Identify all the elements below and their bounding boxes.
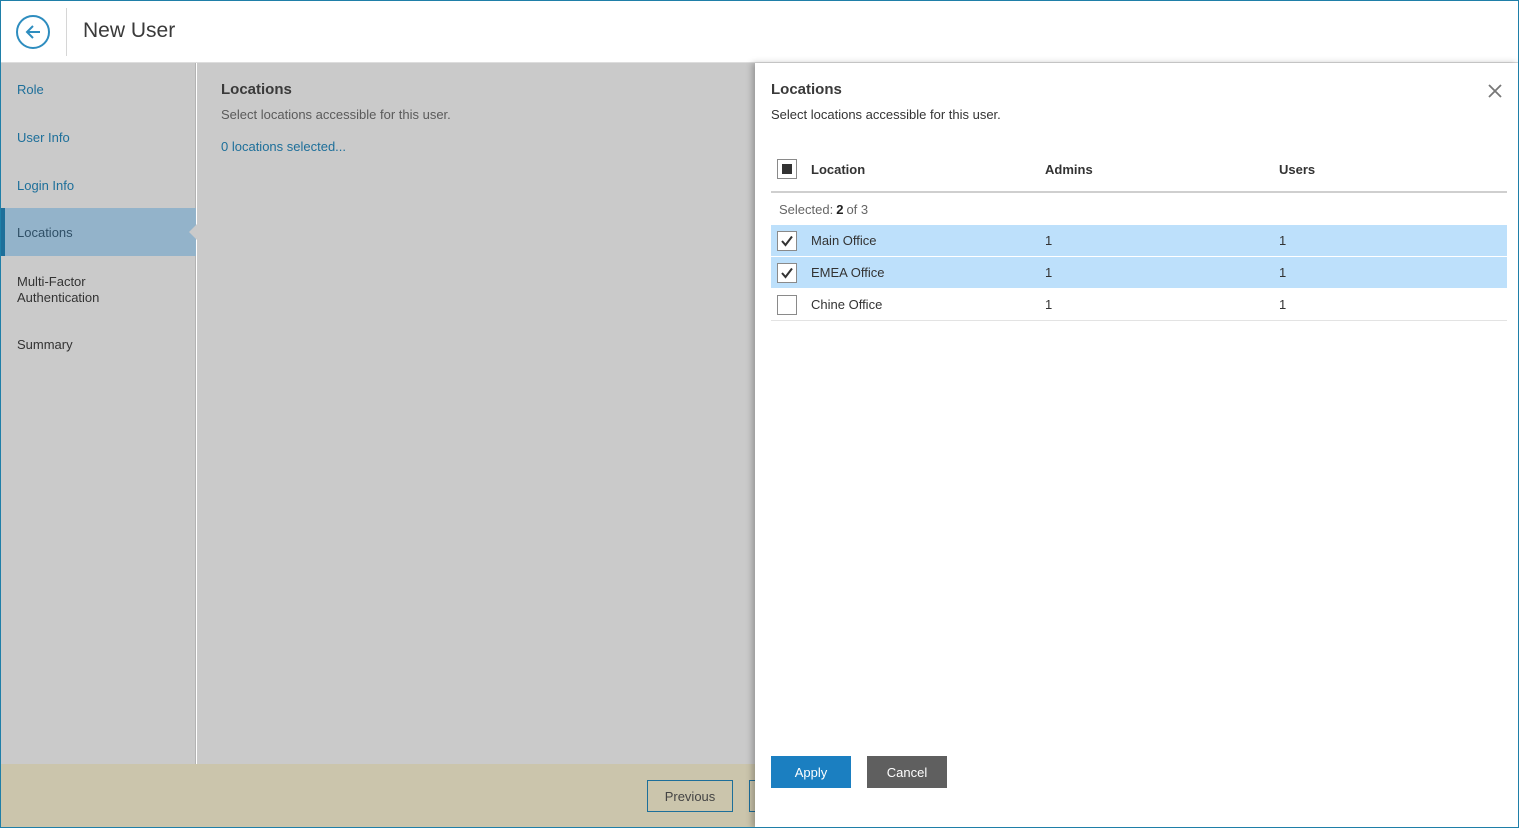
section-title: Locations: [221, 81, 292, 98]
table-header: Location Admins Users: [771, 149, 1507, 193]
table-row[interactable]: Chine Office 1 1: [771, 289, 1507, 321]
row-checkbox[interactable]: [777, 231, 797, 251]
sidebar-item-label: Summary: [17, 336, 73, 352]
arrow-left-icon: [25, 25, 40, 39]
page-title: New User: [83, 19, 176, 42]
row-checkbox[interactable]: [777, 263, 797, 283]
table-row[interactable]: Main Office 1 1: [771, 225, 1507, 257]
sidebar: Role User Info Login Info Locations Mult…: [1, 63, 197, 764]
header: New User: [1, 1, 1518, 63]
sidebar-item-summary[interactable]: Summary: [1, 328, 196, 360]
sidebar-item-label: Role: [17, 81, 44, 97]
close-icon: [1488, 84, 1502, 98]
close-button[interactable]: [1486, 82, 1504, 100]
panel-title: Locations: [771, 81, 842, 98]
admins-cell: 1: [1045, 297, 1053, 312]
location-cell: Chine Office: [811, 297, 883, 312]
previous-button[interactable]: Previous: [647, 780, 733, 812]
users-cell: 1: [1279, 297, 1287, 312]
selected-total: of 3: [846, 201, 869, 217]
selected-number: 2: [836, 201, 844, 217]
location-cell: Main Office: [811, 233, 877, 248]
checkmark-icon: [781, 267, 793, 279]
sidebar-item-label: Login Info: [17, 177, 75, 193]
column-header-users[interactable]: Users: [1279, 162, 1315, 177]
panel-description: Select locations accessible for this use…: [771, 107, 1001, 122]
back-button[interactable]: [16, 15, 50, 49]
sidebar-item-login-info[interactable]: Login Info: [1, 169, 196, 201]
location-cell: EMEA Office: [811, 265, 885, 280]
section-description: Select locations accessible for this use…: [221, 107, 451, 122]
admins-cell: 1: [1045, 233, 1053, 248]
header-divider: [66, 8, 67, 56]
sidebar-item-label: Multi-Factor Authentication: [17, 274, 100, 305]
users-cell: 1: [1279, 233, 1287, 248]
sidebar-item-multi-factor-authentication[interactable]: Multi-Factor Authentication: [1, 272, 121, 308]
table-row[interactable]: EMEA Office 1 1: [771, 257, 1507, 289]
selected-label: Selected:: [779, 201, 834, 217]
users-cell: 1: [1279, 265, 1287, 280]
select-all-checkbox[interactable]: [777, 159, 797, 179]
sidebar-item-label: Locations: [17, 224, 73, 240]
sidebar-item-label: User Info: [17, 129, 70, 145]
locations-panel: Locations Select locations accessible fo…: [755, 63, 1518, 827]
locations-selected-link[interactable]: 0 locations selected...: [221, 139, 346, 154]
cancel-button[interactable]: Cancel: [867, 756, 947, 788]
app-window: New User Role User Info Login Info Locat…: [0, 0, 1519, 828]
sidebar-item-role[interactable]: Role: [1, 73, 196, 105]
wizard-footer: Previous: [1, 764, 779, 827]
column-header-location[interactable]: Location: [811, 162, 865, 177]
sidebar-item-user-info[interactable]: User Info: [1, 121, 196, 153]
apply-button[interactable]: Apply: [771, 756, 851, 788]
main-content: Locations Select locations accessible fo…: [197, 63, 755, 764]
column-header-admins[interactable]: Admins: [1045, 162, 1093, 177]
locations-table: Location Admins Users Selected: 2 of 3 M…: [771, 149, 1507, 321]
partial-check-icon: [782, 164, 792, 174]
selected-count: Selected: 2 of 3: [771, 193, 1507, 225]
sidebar-item-locations[interactable]: Locations: [1, 208, 197, 256]
row-checkbox[interactable]: [777, 295, 797, 315]
checkmark-icon: [781, 235, 793, 247]
admins-cell: 1: [1045, 265, 1053, 280]
